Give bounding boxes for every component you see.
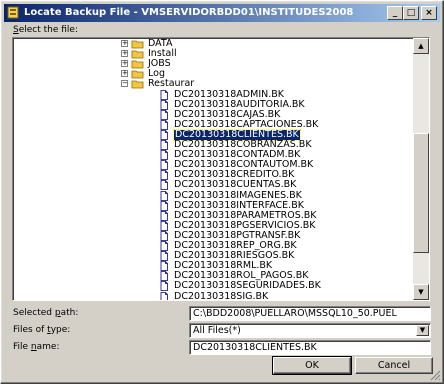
document-icon: [160, 281, 168, 292]
select-file-label-text: elect the file:: [18, 25, 79, 35]
document-icon: [160, 230, 168, 241]
window-title: Locate Backup File - VMSERVIDORBDD01\INS…: [24, 7, 354, 18]
expand-icon[interactable]: +: [121, 70, 128, 78]
dropdown-arrow-icon[interactable]: ▼: [416, 325, 429, 336]
file-item-label: DC20130318IMAGENES.BK: [174, 189, 302, 201]
scroll-thumb[interactable]: [413, 133, 429, 254]
document-icon: [160, 89, 168, 100]
document-icon: [160, 99, 168, 110]
document-icon: [160, 261, 168, 272]
ok-button[interactable]: OK: [272, 356, 352, 375]
expand-icon[interactable]: +: [121, 40, 128, 47]
document-icon: [160, 190, 168, 201]
file-tree-rows: + DATA + Install + JOBS + Log − Restaurar DC201303…: [13, 38, 413, 300]
tree-vertical-scrollbar[interactable]: ▲ ▼: [413, 38, 429, 300]
expand-icon[interactable]: +: [121, 50, 128, 58]
document-icon: [160, 150, 168, 160]
resize-grip-icon[interactable]: [430, 370, 441, 381]
database-icon: [7, 6, 19, 19]
document-icon: [160, 180, 168, 191]
folder-icon: [131, 40, 144, 49]
document-icon: [160, 140, 168, 150]
files-of-type-label: Files of type:: [13, 325, 70, 335]
file-item-label: DC20130318SIG.BK: [174, 290, 269, 300]
files-of-type-value: All Files(*): [193, 325, 241, 336]
file-item-label: DC20130318ADMIN.BK: [174, 88, 284, 100]
selected-path-label-rest: ath:: [60, 308, 79, 318]
folder-icon: [131, 60, 144, 69]
file-name-label-prefix: File: [13, 342, 31, 352]
document-icon: [160, 291, 168, 300]
collapse-icon[interactable]: −: [121, 80, 128, 88]
file-item-label: DC20130318SEGURIDADES.BK: [174, 280, 321, 292]
file-tree[interactable]: + DATA + Install + JOBS + Log − Restaurar DC201303…: [12, 37, 430, 301]
files-of-type-select[interactable]: All Files(*) ▼: [189, 323, 431, 338]
document-icon: [160, 241, 168, 251]
folder-item-label: Restaurar: [148, 78, 195, 90]
document-icon: [160, 210, 168, 221]
minimize-button[interactable]: _: [387, 6, 403, 20]
selected-path-label: Selected path:: [13, 308, 78, 318]
close-button[interactable]: ×: [421, 6, 437, 20]
locate-backup-file-dialog: Locate Backup File - VMSERVIDORBDD01\INS…: [0, 0, 444, 384]
cancel-button[interactable]: Cancel: [355, 357, 433, 374]
scroll-up-arrow-icon[interactable]: ▲: [413, 38, 429, 54]
selected-path-field[interactable]: C:\BDD2008\PUELLARO\MSSQL10_50.PUEL: [189, 306, 431, 321]
select-file-label: Select the file:: [13, 25, 78, 35]
maximize-button[interactable]: □: [403, 6, 419, 20]
expand-icon[interactable]: +: [121, 60, 128, 68]
folder-icon: [131, 70, 144, 79]
files-of-type-label-rest: ype:: [50, 325, 71, 335]
document-icon: [160, 119, 168, 130]
document-icon: [160, 129, 168, 140]
files-of-type-label-prefix: Files of: [13, 325, 48, 335]
selected-path-label-prefix: Selected: [13, 308, 55, 318]
file-name-label: File name:: [13, 342, 60, 352]
scroll-down-arrow-icon[interactable]: ▼: [413, 284, 429, 300]
file-item-label: DC20130318CUENTAS.BK: [174, 179, 297, 191]
document-icon: [160, 220, 168, 231]
document-icon: [160, 109, 168, 120]
document-icon: [160, 160, 168, 171]
document-icon: [160, 251, 168, 261]
title-bar[interactable]: Locate Backup File - VMSERVIDORBDD01\INS…: [4, 4, 440, 22]
file-name-input[interactable]: DC20130318CLIENTES.BK: [189, 340, 431, 355]
document-icon: [160, 271, 168, 282]
folder-icon: [131, 50, 144, 59]
document-icon: [160, 200, 168, 211]
folder-open-icon: [131, 80, 144, 89]
file-name-label-rest: ame:: [36, 342, 60, 352]
document-icon: [160, 170, 168, 181]
